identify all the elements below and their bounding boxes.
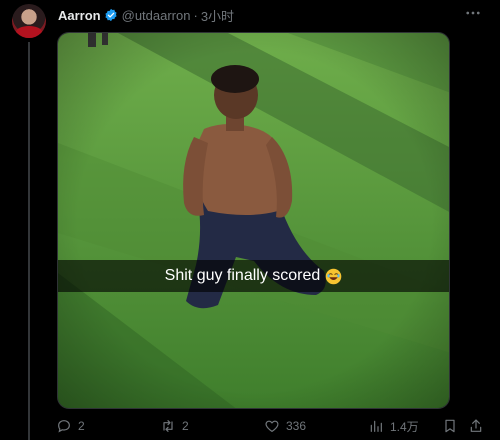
separator-dot: · bbox=[193, 7, 198, 23]
media-caption: Shit guy finally scored bbox=[164, 267, 321, 284]
tweet-media[interactable]: Shit guy finally scored bbox=[57, 32, 450, 409]
view-count: 1.4万 bbox=[390, 419, 419, 434]
reply-icon bbox=[58, 420, 70, 433]
timestamp[interactable]: 3小时 bbox=[201, 6, 234, 25]
bookmark-icon bbox=[445, 419, 455, 433]
reply-button[interactable]: 2 bbox=[56, 414, 85, 438]
retweet-icon bbox=[163, 420, 173, 432]
views-button[interactable]: 1.4万 bbox=[368, 414, 419, 438]
more-options-icon[interactable] bbox=[464, 4, 482, 22]
retweet-button[interactable]: 2 bbox=[160, 414, 189, 438]
avatar[interactable] bbox=[12, 4, 46, 38]
thread-line bbox=[28, 42, 30, 440]
like-button[interactable]: 336 bbox=[264, 414, 306, 438]
verified-badge-icon bbox=[105, 8, 117, 22]
retweet-count: 2 bbox=[182, 419, 189, 433]
tweet-header: Aarron @utdaarron · 3小时 bbox=[58, 6, 234, 24]
bookmark-button[interactable] bbox=[442, 414, 464, 438]
like-count: 336 bbox=[286, 419, 307, 433]
heart-icon bbox=[265, 420, 279, 432]
user-handle[interactable]: @utdaarron bbox=[122, 8, 191, 23]
share-button[interactable] bbox=[468, 414, 490, 438]
views-chart-icon bbox=[370, 420, 382, 432]
tweet[interactable]: Aarron @utdaarron · 3小时 Shit guy finally… bbox=[0, 0, 500, 440]
reply-count: 2 bbox=[78, 419, 85, 433]
media-caption-bar: Shit guy finally scored bbox=[58, 260, 449, 292]
media-image bbox=[58, 33, 449, 408]
display-name[interactable]: Aarron bbox=[58, 8, 101, 23]
tweet-actions: 2 2 336 1.4万 bbox=[56, 414, 486, 438]
share-icon bbox=[470, 419, 482, 432]
laughing-emoji-icon bbox=[326, 268, 342, 284]
